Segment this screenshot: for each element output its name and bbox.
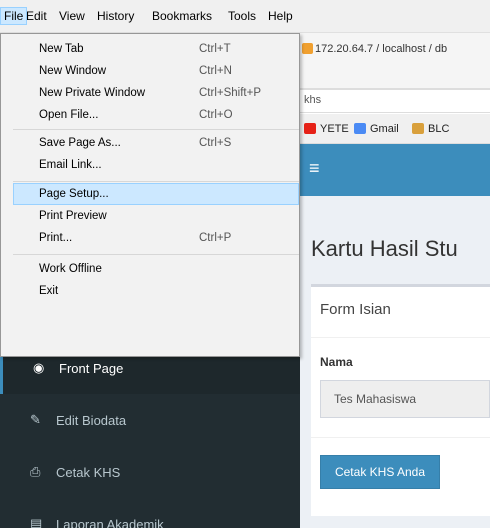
sidebar-item-cetak-khs[interactable]: ⎙ Cetak KHS: [0, 448, 300, 498]
menu-item-label: Open File...: [39, 109, 99, 121]
menu-item-label: New Private Window: [39, 87, 146, 99]
menu-item-label: New Window: [39, 65, 107, 77]
menu-separator: [13, 129, 299, 130]
box-footer-divider: [311, 437, 490, 438]
report-icon: ▤: [30, 516, 43, 528]
print-icon: ⎙: [30, 464, 41, 479]
menu-item-new-private-window[interactable]: New Private Window Ctrl+Shift+P: [1, 83, 285, 104]
menu-help[interactable]: Help: [268, 9, 293, 23]
menu-item-work-offline[interactable]: Work Offline: [1, 259, 285, 280]
menu-item-label: Email Link...: [39, 159, 102, 171]
url-bar[interactable]: [300, 89, 490, 113]
menu-item-label: Page Setup...: [39, 188, 109, 200]
sidebar: ◉ Front Page ✎ Edit Biodata ⎙ Cetak KHS …: [0, 340, 300, 528]
sidebar-item-label: Front Page: [59, 361, 124, 376]
bookmark-yete[interactable]: YETE: [320, 123, 349, 135]
box-title: Form Isian: [320, 301, 391, 318]
sidebar-item-laporan-akademik[interactable]: ▤ Laporan Akademik: [0, 500, 300, 528]
menu-item-label: New Tab: [39, 43, 84, 55]
menu-item-shortcut: Ctrl+S: [199, 137, 232, 149]
menu-item-print-preview[interactable]: Print Preview: [1, 206, 285, 227]
menu-item-new-window[interactable]: New Window Ctrl+N: [1, 61, 285, 82]
gmail-icon: [354, 123, 366, 134]
field-label-nama: Nama: [320, 355, 353, 369]
menu-file[interactable]: File: [0, 7, 28, 25]
top-navbar: [300, 144, 490, 196]
menu-tools[interactable]: Tools: [228, 9, 256, 23]
menu-item-label: Print Preview: [39, 210, 107, 222]
nama-field-value: Tes Mahasiswa: [334, 392, 417, 406]
dashboard-icon: ◉: [33, 360, 45, 375]
bookmark-blc[interactable]: BLC: [428, 123, 449, 135]
menu-item-label: Exit: [39, 285, 59, 297]
menu-separator: [13, 254, 299, 255]
menu-item-exit[interactable]: Exit: [1, 281, 285, 302]
menu-item-shortcut: Ctrl+P: [199, 232, 232, 244]
hamburger-menu-icon[interactable]: ≡: [309, 158, 320, 179]
menu-item-shortcut: Ctrl+T: [199, 43, 231, 55]
menu-item-label: Print...: [39, 232, 73, 244]
menu-separator: [13, 181, 299, 182]
page-title: Kartu Hasil Stu: [311, 236, 458, 261]
tab-title[interactable]: 172.20.64.7 / localhost / db: [315, 43, 447, 55]
menu-item-label: Save Page As...: [39, 137, 121, 149]
menu-item-label: Work Offline: [39, 263, 102, 275]
sidebar-item-label: Edit Biodata: [56, 413, 127, 428]
edit-icon: ✎: [30, 412, 41, 427]
bookmark-gmail[interactable]: Gmail: [370, 123, 399, 135]
sidebar-item-label: Cetak KHS: [56, 465, 121, 480]
sidebar-item-label: Laporan Akademik: [56, 517, 164, 528]
menu-bookmarks[interactable]: Bookmarks: [152, 9, 212, 23]
url-text[interactable]: khs: [304, 94, 321, 106]
menu-item-print[interactable]: Print... Ctrl+P: [1, 228, 285, 249]
file-menu-dropdown: New Tab Ctrl+T New Window Ctrl+N New Pri…: [0, 33, 300, 357]
tab-strip: [300, 33, 490, 89]
box-divider: [311, 337, 490, 338]
menu-view[interactable]: View: [59, 9, 85, 23]
youtube-icon: [304, 123, 316, 134]
menu-item-shortcut: Ctrl+O: [199, 109, 233, 121]
menu-item-shortcut: Ctrl+N: [199, 65, 232, 77]
menu-bar: File Edit View History Bookmarks Tools H…: [0, 0, 490, 33]
database-icon: [302, 43, 313, 54]
blc-icon: [412, 123, 424, 134]
menu-item-save-page-as[interactable]: Save Page As... Ctrl+S: [1, 133, 285, 154]
menu-item-new-tab[interactable]: New Tab Ctrl+T: [1, 39, 285, 60]
cetak-khs-button[interactable]: Cetak KHS Anda: [320, 455, 440, 489]
menu-item-page-setup[interactable]: Page Setup...: [1, 184, 285, 205]
menu-item-shortcut: Ctrl+Shift+P: [199, 87, 261, 99]
menu-item-email-link[interactable]: Email Link...: [1, 155, 285, 176]
menu-edit[interactable]: Edit: [26, 9, 47, 23]
menu-history[interactable]: History: [97, 9, 134, 23]
sidebar-item-edit-biodata[interactable]: ✎ Edit Biodata: [0, 396, 300, 446]
menu-item-open-file[interactable]: Open File... Ctrl+O: [1, 105, 285, 126]
